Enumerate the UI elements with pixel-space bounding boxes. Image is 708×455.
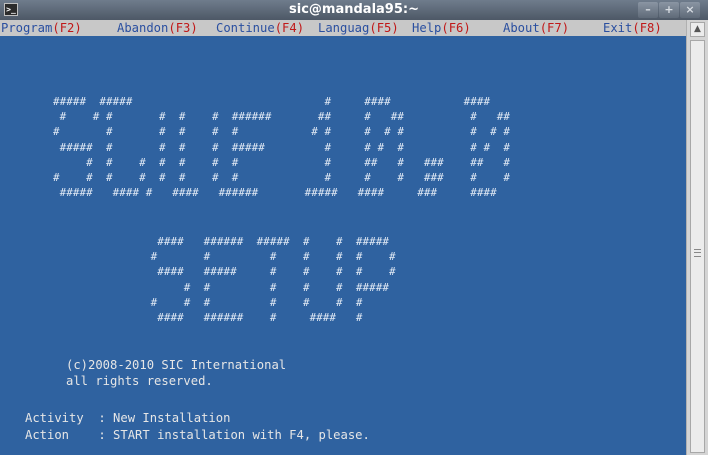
action-line: Action : START installation with F4, ple…: [25, 428, 370, 442]
window-title: sic@mandala95:~: [289, 2, 419, 17]
menu-item-about[interactable]: About(F7): [503, 21, 569, 36]
scroll-up-icon[interactable]: ▲: [690, 22, 705, 37]
grip-icon: [694, 249, 701, 257]
vertical-scrollbar[interactable]: ▲: [686, 20, 708, 455]
close-button[interactable]: ×: [680, 2, 700, 18]
rights-line: all rights reserved.: [66, 374, 213, 388]
menu-item-help[interactable]: Help(F6): [412, 21, 471, 36]
ascii-banner-title: ##### ##### # #### #### # # # # # # ####…: [53, 95, 510, 200]
ascii-banner-setup: #### ###### ##### # # ##### # # # # # # …: [150, 235, 396, 325]
copyright-line: (c)2008-2010 SIC International: [66, 358, 287, 372]
menu-item-program[interactable]: Program(F2): [1, 21, 82, 36]
menu-item-language[interactable]: Languag(F5): [318, 21, 399, 36]
scrollbar-thumb[interactable]: [690, 40, 705, 453]
menu-item-exit[interactable]: Exit(F8): [603, 21, 662, 36]
minimize-button[interactable]: –: [638, 2, 658, 18]
title-bar[interactable]: >_ sic@mandala95:~ – + ×: [0, 0, 708, 20]
terminal-area[interactable]: Program(F2) Abandon(F3) Continue(F4) Lan…: [0, 20, 686, 455]
terminal-window: >_ sic@mandala95:~ – + × Program(F2) Aba…: [0, 0, 708, 455]
menu-item-abandon[interactable]: Abandon(F3): [117, 21, 198, 36]
menu-bar: Program(F2) Abandon(F3) Continue(F4) Lan…: [0, 20, 686, 36]
activity-line: Activity : New Installation: [25, 411, 231, 425]
menu-item-continue[interactable]: Continue(F4): [216, 21, 304, 36]
maximize-button[interactable]: +: [659, 2, 679, 18]
